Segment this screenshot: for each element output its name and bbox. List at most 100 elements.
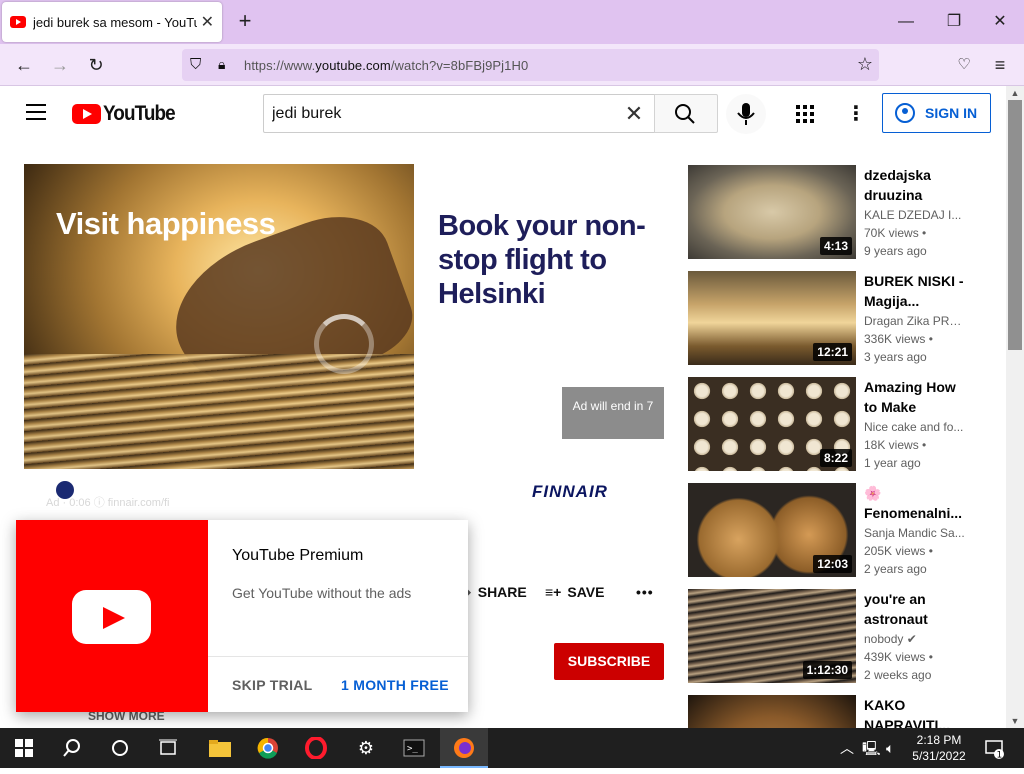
bookmark-star-icon[interactable]: ☆: [857, 54, 873, 75]
video-thumbnail[interactable]: 1:12:30: [688, 589, 856, 683]
settings-gear-icon[interactable]: ⚙: [342, 728, 390, 768]
search-button[interactable]: [654, 94, 718, 133]
channel-name[interactable]: Sanja Mandic Sa...: [864, 526, 968, 540]
apps-grid-icon[interactable]: [796, 105, 814, 123]
task-view-icon[interactable]: [144, 728, 192, 768]
chrome-icon[interactable]: [244, 728, 292, 768]
youtube-play-icon: [72, 590, 151, 644]
video-thumbnail[interactable]: 12:21: [688, 271, 856, 365]
microphone-icon: [737, 103, 755, 125]
related-video[interactable]: 1:12:30 you're an astronaut lost... nobo…: [688, 589, 988, 683]
forward-arrow-icon[interactable]: →: [45, 50, 75, 80]
volume-icon[interactable]: 🔈︎: [886, 728, 894, 768]
channel-name[interactable]: Dragan Zika PRO...: [864, 314, 968, 328]
notification-count: 1: [997, 751, 1003, 761]
maximize-button[interactable]: ❐: [934, 8, 974, 36]
search-icon[interactable]: [48, 728, 96, 768]
search-box[interactable]: ✕: [263, 94, 655, 133]
scrollbar-thumb[interactable]: [1008, 100, 1022, 350]
ad-info-text[interactable]: Ad · 0:06 ⓘ finnair.com/fi: [46, 481, 170, 510]
premium-banner: [16, 520, 208, 712]
skip-trial-button[interactable]: SKIP TRIAL: [232, 677, 313, 693]
guide-menu-icon[interactable]: [26, 104, 46, 120]
premium-description: Get YouTube without the ads: [232, 585, 412, 601]
youtube-header: YouTube ✕ ⋮ SIGN IN: [0, 86, 1006, 142]
search-input[interactable]: [272, 104, 614, 123]
more-actions-button[interactable]: •••: [636, 584, 654, 600]
scroll-up-arrow-icon[interactable]: ▲: [1006, 88, 1024, 98]
clear-search-icon[interactable]: ✕: [614, 101, 654, 127]
sign-in-label: SIGN IN: [925, 105, 978, 121]
related-video[interactable]: 4:13 dzedajska druuzina KALE DZEDAJ I...…: [688, 165, 988, 259]
upload-age: 1 year ago: [864, 456, 921, 470]
video-title[interactable]: you're an astronaut lost...: [864, 589, 968, 629]
settings-kebab-icon[interactable]: ⋮: [846, 102, 866, 126]
minimize-button[interactable]: —: [886, 8, 926, 36]
menu-icon[interactable]: ≡: [985, 50, 1015, 80]
start-windows-icon[interactable]: [0, 728, 48, 768]
youtube-play-icon: [72, 104, 101, 124]
youtube-logo[interactable]: YouTube: [72, 102, 183, 126]
scroll-down-arrow-icon[interactable]: ▼: [1006, 716, 1024, 726]
related-video[interactable]: 8:22 Amazing How to Make burek... Nice c…: [688, 377, 988, 471]
browser-tab[interactable]: jedi burek sa mesom - YouTube ✕: [2, 2, 222, 42]
network-icon[interactable]: 🖳︎: [862, 728, 881, 768]
related-video[interactable]: 12:21 BUREK NISKI - Magija... Dragan Zik…: [688, 271, 988, 365]
view-count: 336K views •: [864, 332, 933, 346]
new-tab-button[interactable]: +: [232, 8, 258, 34]
shield-icon[interactable]: ⛉: [190, 56, 201, 73]
playlist-add-icon: ≡+: [545, 584, 562, 600]
save-button[interactable]: ≡+ SAVE: [545, 584, 604, 600]
video-title[interactable]: KAKO NAPRAVITI...: [864, 695, 968, 728]
upload-age: 3 years ago: [864, 350, 927, 364]
url-text[interactable]: https://www.youtube.com/watch?v=8bFBj9Pj…: [244, 58, 528, 73]
related-video[interactable]: 12:03 🌸 Fenomenalni... Sanja Mandic Sa..…: [688, 483, 988, 577]
notification-center-icon[interactable]: 1: [984, 728, 1014, 768]
video-thumbnail[interactable]: [688, 695, 856, 728]
page-scrollbar[interactable]: ▲ ▼: [1006, 86, 1024, 728]
cortana-icon[interactable]: [96, 728, 144, 768]
video-thumbnail[interactable]: 4:13: [688, 165, 856, 259]
youtube-favicon-icon: [10, 16, 26, 28]
video-title[interactable]: 🌸 Fenomenalni...: [864, 483, 968, 523]
video-thumbnail[interactable]: 8:22: [688, 377, 856, 471]
sign-in-button[interactable]: SIGN IN: [882, 93, 991, 133]
browser-nav-bar: ← → ↻ ⛉ 🔒︎ https://www.youtube.com/watch…: [0, 44, 1024, 86]
terminal-icon[interactable]: >_: [390, 728, 438, 768]
video-title[interactable]: BUREK NISKI - Magija...: [864, 271, 968, 311]
channel-name[interactable]: KALE DZEDAJ I...: [864, 208, 968, 222]
firefox-icon[interactable]: [440, 728, 488, 768]
ad-countdown: Ad will end in 7: [562, 387, 664, 439]
tab-title: jedi burek sa mesom - YouTube: [33, 14, 197, 30]
view-count: 439K views •: [864, 650, 933, 664]
share-button[interactable]: ➦SHARE: [460, 584, 527, 601]
video-player[interactable]: Visit happiness Book your non-stop fligh…: [24, 164, 664, 524]
pocket-icon[interactable]: ♡: [949, 50, 979, 80]
channel-name[interactable]: Nice cake and fo...: [864, 420, 968, 434]
subscribe-button[interactable]: SUBSCRIBE: [554, 643, 664, 680]
upload-age: 9 years ago: [864, 244, 927, 258]
channel-name[interactable]: nobody ✔: [864, 632, 968, 646]
video-thumbnail[interactable]: 12:03: [688, 483, 856, 577]
opera-icon[interactable]: [292, 728, 340, 768]
tab-close-icon[interactable]: ✕: [201, 12, 214, 32]
voice-search-button[interactable]: [726, 94, 766, 134]
show-hidden-icons-icon[interactable]: ︿: [840, 728, 854, 768]
video-title[interactable]: Amazing How to Make burek...: [864, 377, 968, 417]
address-bar[interactable]: ⛉ 🔒︎ https://www.youtube.com/watch?v=8bF…: [182, 49, 879, 81]
lock-icon[interactable]: 🔒︎: [218, 56, 225, 73]
premium-title: YouTube Premium: [232, 547, 364, 564]
month-free-button[interactable]: 1 MONTH FREE: [341, 677, 449, 693]
duration-badge: 8:22: [819, 449, 852, 467]
system-clock[interactable]: 2:18 PM 5/31/2022: [908, 732, 970, 764]
browser-tab-bar: jedi burek sa mesom - YouTube ✕ + — ❐ ✕: [0, 0, 1024, 44]
ad-image[interactable]: Visit happiness: [24, 164, 414, 469]
related-video[interactable]: KAKO NAPRAVITI...: [688, 695, 988, 728]
reload-icon[interactable]: ↻: [81, 50, 111, 80]
close-window-button[interactable]: ✕: [980, 8, 1020, 36]
back-arrow-icon[interactable]: ←: [9, 50, 39, 80]
file-explorer-icon[interactable]: [196, 728, 244, 768]
clock-date: 5/31/2022: [912, 749, 966, 763]
video-title[interactable]: dzedajska druuzina: [864, 165, 968, 205]
advertiser-logo[interactable]: FINNAIR: [532, 482, 608, 502]
